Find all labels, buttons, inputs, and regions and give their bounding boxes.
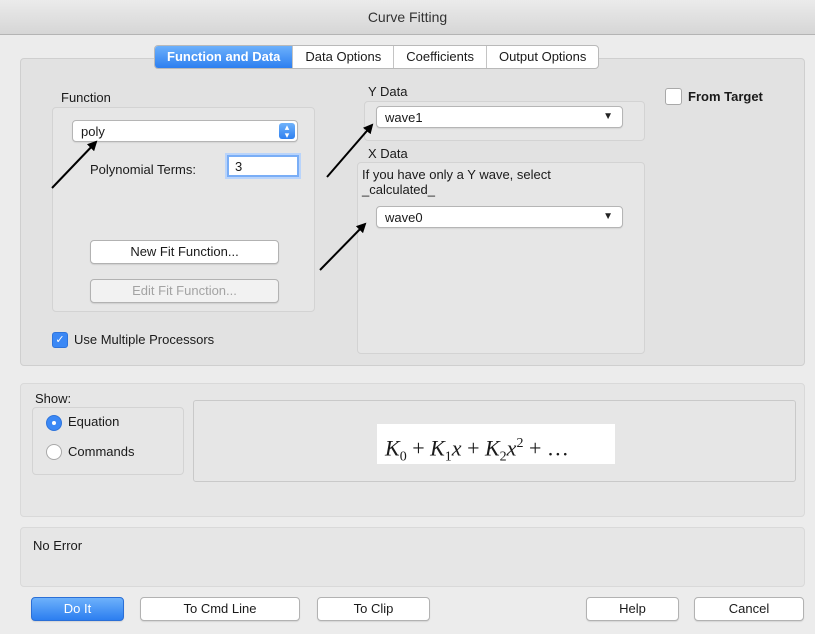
tab-output-options[interactable]: Output Options — [485, 46, 598, 68]
annotation-arrow-icon — [51, 123, 374, 271]
tab-function-and-data[interactable]: Function and Data — [155, 46, 293, 68]
tab-coefficients[interactable]: Coefficients — [393, 46, 486, 68]
tab-bar: Function and Data Data Options Coefficie… — [154, 45, 600, 69]
tab-data-options[interactable]: Data Options — [292, 46, 393, 68]
